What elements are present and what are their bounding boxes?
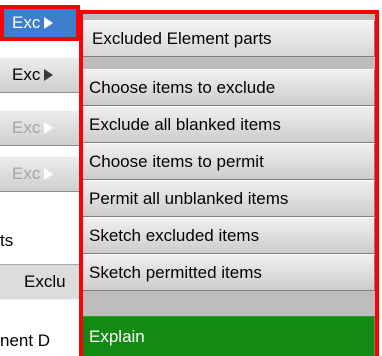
- screen: Exc Exc Exc Exc ts Exclu nent D Excluded…: [0, 0, 382, 356]
- explain-button[interactable]: Explain: [83, 316, 375, 356]
- exclude-button-label: Exc: [12, 164, 41, 183]
- exclude-dropdown-button[interactable]: Exc: [0, 5, 80, 41]
- exclude-button-label: Exc: [12, 13, 41, 32]
- menu-item-sketch-excluded[interactable]: Sketch excluded items: [83, 217, 375, 254]
- element-label: nent D: [0, 331, 51, 350]
- exclusion-field[interactable]: Exclu: [0, 264, 80, 300]
- menu-item-choose-exclude[interactable]: Choose items to exclude: [83, 69, 375, 106]
- triangle-right-icon: [44, 69, 54, 81]
- exclude-dropdown-button-2[interactable]: Exc: [0, 57, 80, 93]
- menu-title: Excluded Element parts: [83, 20, 375, 57]
- exclude-button-label: Exc: [12, 118, 41, 137]
- menu-item-exclude-blanked[interactable]: Exclude all blanked items: [83, 106, 375, 143]
- exclude-button-label: Exc: [12, 65, 41, 84]
- exclude-dropdown-button-3: Exc: [0, 110, 80, 146]
- popup-menu: Excluded Element parts Choose items to e…: [79, 10, 379, 356]
- menu-item-permit-unblanked[interactable]: Permit all unblanked items: [83, 180, 375, 217]
- triangle-right-icon: [44, 17, 54, 29]
- exclusion-field-label: Exclu: [24, 272, 66, 291]
- menu-item-sketch-permitted[interactable]: Sketch permitted items: [83, 254, 375, 291]
- triangle-right-icon: [44, 168, 54, 180]
- section-label: ts: [0, 231, 14, 250]
- exclude-dropdown-button-4: Exc: [0, 156, 80, 192]
- menu-item-choose-permit[interactable]: Choose items to permit: [83, 143, 375, 180]
- triangle-right-icon: [44, 122, 54, 134]
